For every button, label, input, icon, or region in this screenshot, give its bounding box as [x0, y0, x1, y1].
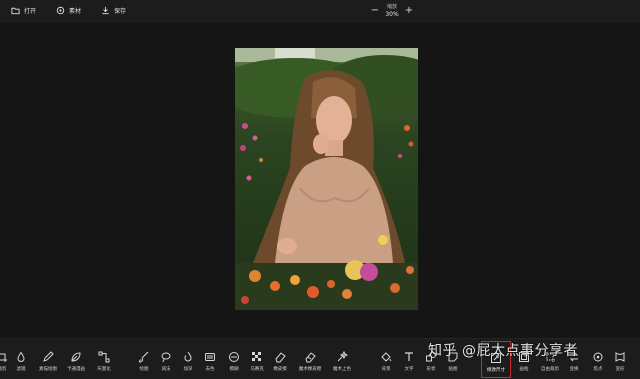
blur-icon [229, 352, 239, 362]
assets-button[interactable]: 素材 [53, 0, 84, 22]
tool-subtract[interactable]: 减法 [154, 341, 178, 378]
tool-eraser[interactable]: 橡皮擦 [268, 341, 292, 378]
desaturate-icon [205, 353, 215, 361]
download-icon [102, 6, 109, 15]
tool-label: 焦点 [593, 367, 603, 372]
assets-label: 素材 [69, 8, 82, 15]
folder-icon [11, 7, 20, 15]
portrait-image [235, 48, 418, 310]
tool-label: 卡通漫画 [67, 367, 85, 372]
tool-draw[interactable]: 绘图 [132, 341, 156, 378]
tool-background[interactable]: 背景 [374, 341, 398, 378]
tool-cartoon[interactable]: 卡通漫画 [64, 341, 88, 378]
mosaic-icon [252, 352, 261, 361]
drop-icon [17, 351, 25, 362]
focus-icon [593, 352, 603, 362]
tool-label: 背景 [381, 367, 391, 372]
warp-icon [615, 352, 625, 362]
top-bar: 打开 素材 保存 − 缩放 30% + [0, 0, 640, 22]
crop-icon [0, 353, 7, 362]
zoom-label: 缩放 [386, 4, 397, 10]
zoom-out-button[interactable]: − [370, 6, 380, 16]
assets-icon [56, 6, 65, 15]
tool-label: 自由裁剪 [541, 367, 559, 372]
tool-label: 画框 [519, 367, 529, 372]
tool-label: 裁剪 [0, 367, 7, 372]
tool-label: 魔术橡皮擦 [298, 367, 322, 372]
edited-photo[interactable] [235, 48, 418, 310]
tool-desaturate[interactable]: 去色 [198, 341, 222, 378]
tool-label: 模糊 [229, 367, 239, 372]
vector-icon [98, 351, 110, 363]
tool-label: 去色 [205, 367, 215, 372]
tool-label: 形状 [426, 367, 436, 372]
tool-label: 修改尺寸 [487, 368, 505, 373]
tool-vectorize[interactable]: 矢量化 [92, 341, 116, 378]
pencil-icon [43, 351, 54, 362]
magic-color-icon [337, 351, 348, 362]
burn-icon [184, 351, 192, 362]
lasso-icon [161, 352, 171, 363]
tool-label: 素描绘图 [39, 367, 57, 372]
tool-label: 变形 [615, 367, 625, 372]
save-button[interactable]: 保存 [98, 0, 129, 22]
tool-sketch[interactable]: 素描绘图 [36, 341, 60, 378]
zoom-control: − 缩放 30% + [370, 1, 414, 21]
tool-label: 减法 [161, 367, 171, 372]
tool-label: 文字 [404, 367, 414, 372]
leaf-icon [71, 352, 81, 362]
tool-label: 橡皮擦 [273, 367, 287, 372]
open-label: 打开 [24, 8, 37, 15]
eraser-icon [275, 352, 286, 363]
tool-burn[interactable]: 加深 [176, 341, 200, 378]
open-button[interactable]: 打开 [8, 0, 39, 22]
tool-mosaic[interactable]: 马赛克 [245, 341, 269, 378]
tool-filter[interactable]: 滤镜 [9, 341, 33, 378]
brush-icon [138, 351, 149, 363]
tool-label: 马赛克 [250, 367, 264, 372]
tool-warp[interactable]: 变形 [608, 341, 632, 378]
save-label: 保存 [114, 8, 127, 15]
tool-focus[interactable]: 焦点 [586, 341, 610, 378]
tool-label: 贴图 [448, 367, 458, 372]
text-icon [405, 352, 413, 361]
magic-eraser-icon [305, 352, 316, 363]
tool-label: 加深 [183, 367, 193, 372]
tool-text[interactable]: 文字 [397, 341, 421, 378]
tool-magic-eraser[interactable]: 魔术橡皮擦 [298, 341, 322, 378]
tool-magic-color[interactable]: 魔术上色 [330, 341, 354, 378]
fill-icon [381, 352, 392, 362]
tool-label: 矢量化 [97, 367, 111, 372]
zoom-in-button[interactable]: + [404, 6, 414, 16]
zoom-value: 30% [385, 11, 399, 18]
tool-label: 绘图 [139, 367, 149, 372]
tool-label: 变换 [569, 367, 579, 372]
watermark-text: 知乎 @屁太点事分享者 [428, 343, 578, 359]
tool-blur[interactable]: 模糊 [222, 341, 246, 378]
tool-label: 魔术上色 [333, 367, 351, 372]
tool-label: 滤镜 [16, 367, 26, 372]
